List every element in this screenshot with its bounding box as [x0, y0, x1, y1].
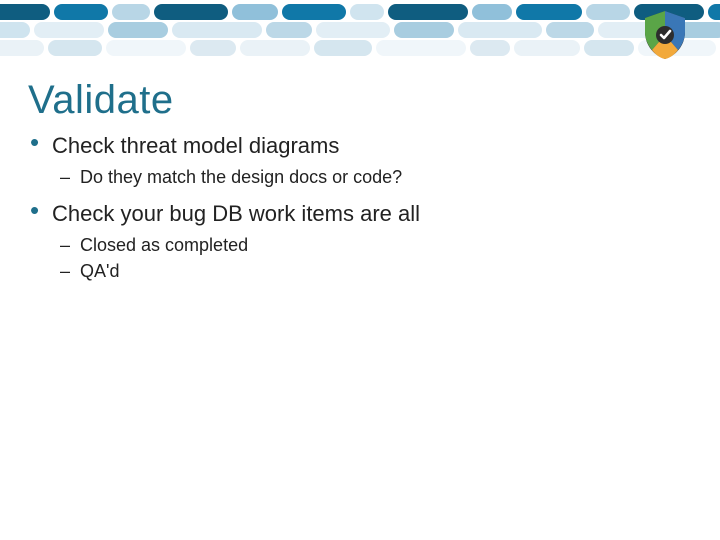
- sub-bullet-text: Closed as completed: [80, 235, 248, 255]
- sub-bullet-list: Closed as completed QA'd: [52, 233, 692, 284]
- sub-bullet-item: Closed as completed: [52, 233, 692, 257]
- sub-bullet-list: Do they match the design docs or code?: [52, 165, 692, 189]
- sub-bullet-item: Do they match the design docs or code?: [52, 165, 692, 189]
- bullet-item: Check threat model diagrams Do they matc…: [28, 131, 692, 189]
- sub-bullet-text: Do they match the design docs or code?: [80, 167, 402, 187]
- decorative-band: [0, 0, 720, 70]
- bullet-list: Check threat model diagrams Do they matc…: [28, 131, 692, 283]
- bullet-text: Check your bug DB work items are all: [52, 201, 420, 226]
- sub-bullet-text: QA'd: [80, 261, 119, 281]
- shield-logo-icon: [638, 8, 692, 62]
- slide-title: Validate: [28, 78, 692, 123]
- sub-bullet-item: QA'd: [52, 259, 692, 283]
- slide-content: Validate Check threat model diagrams Do …: [28, 78, 692, 293]
- bullet-item: Check your bug DB work items are all Clo…: [28, 199, 692, 283]
- bullet-text: Check threat model diagrams: [52, 133, 339, 158]
